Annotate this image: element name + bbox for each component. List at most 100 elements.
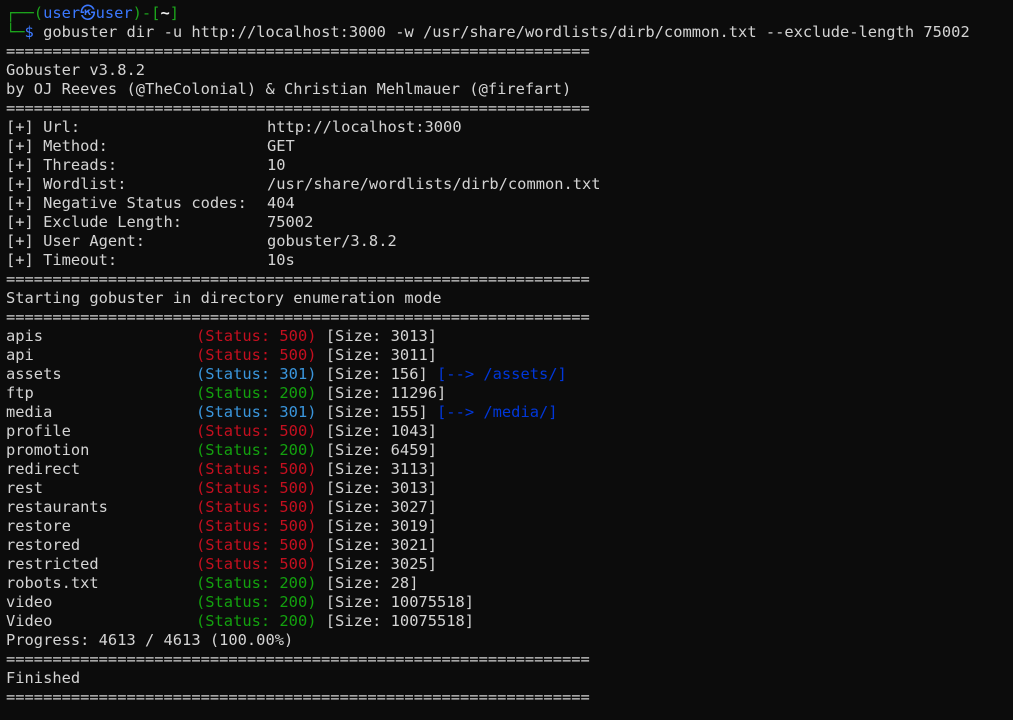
result-row: restore (Status: 500) [Size: 3019] <box>6 517 1013 536</box>
result-size: [Size: 6459] <box>325 441 438 459</box>
result-row: restaurants (Status: 500) [Size: 3027] <box>6 498 1013 517</box>
result-row: restored (Status: 500) [Size: 3021] <box>6 536 1013 555</box>
result-row: rest (Status: 500) [Size: 3013] <box>6 479 1013 498</box>
config-label: [+] Timeout: <box>6 251 118 269</box>
config-value: 75002 <box>267 213 314 231</box>
status-badge: (Status: 200) <box>196 384 317 402</box>
config-row: [+] Negative Status codes: 404 <box>6 194 1013 213</box>
config-row: [+] Wordlist: /usr/share/wordlists/dirb/c… <box>6 175 1013 194</box>
result-size: [Size: 3011] <box>325 346 438 364</box>
banner-authors: by OJ Reeves (@TheColonial) & Christian … <box>6 80 572 98</box>
config-value: gobuster/3.8.2 <box>267 232 397 250</box>
size-value: 3013 <box>390 327 428 345</box>
prompt-cwd: ~ <box>160 4 170 22</box>
result-size: [Size: 11296] <box>325 384 447 402</box>
result-path: restored <box>6 536 81 554</box>
result-size: [Size: 3027] <box>325 498 438 516</box>
size-value: 6459 <box>390 441 428 459</box>
result-row: media (Status: 301) [Size: 155] [--> /med… <box>6 403 1013 422</box>
result-path: rest <box>6 479 44 497</box>
result-size: [Size: 28] <box>325 574 419 592</box>
progress-text: Progress: 4613 / 4613 (100.00%) <box>6 631 294 649</box>
status-badge: (Status: 500) <box>196 536 317 554</box>
size-value: 3019 <box>390 517 428 535</box>
size-value: 3011 <box>390 346 428 364</box>
result-size: [Size: 3113] <box>325 460 438 478</box>
result-path: redirect <box>6 460 81 478</box>
command-text: gobuster dir -u http://localhost:3000 -w… <box>43 23 970 41</box>
status-code: 500 <box>279 460 308 478</box>
config-label: [+] Negative Status codes: <box>6 194 247 212</box>
result-row: assets (Status: 301) [Size: 156] [--> /as… <box>6 365 1013 384</box>
result-row: apis (Status: 500) [Size: 3013] <box>6 327 1013 346</box>
start-message: Starting gobuster in directory enumerati… <box>6 289 442 307</box>
result-row: api (Status: 500) [Size: 3011] <box>6 346 1013 365</box>
status-code: 200 <box>279 593 308 611</box>
status-code: 200 <box>279 441 308 459</box>
terminal-window[interactable]: ┌──(user㉿user)-[~] └─$ gobuster dir -u h… <box>6 4 1013 707</box>
prompt-line: ┌──(user㉿user)-[~] <box>6 4 1013 23</box>
result-row: ftp (Status: 200) [Size: 11296] <box>6 384 1013 403</box>
status-code: 500 <box>279 536 308 554</box>
result-path: video <box>6 593 53 611</box>
prompt-host: user <box>95 4 133 22</box>
status-badge: (Status: 200) <box>196 441 317 459</box>
size-value: 28 <box>390 574 410 592</box>
config-row: [+] Threads: 10 <box>6 156 1013 175</box>
size-value: 3025 <box>390 555 428 573</box>
result-path: robots.txt <box>6 574 99 592</box>
config-row: [+] Method: GET <box>6 137 1013 156</box>
status-code: 500 <box>279 327 308 345</box>
result-path: media <box>6 403 53 421</box>
result-size: [Size: 3013] <box>325 327 438 345</box>
divider: ========================================… <box>6 688 590 706</box>
result-path: ftp <box>6 384 34 402</box>
result-size: [Size: 3025] <box>325 555 438 573</box>
divider: ========================================… <box>6 308 590 326</box>
prompt-bracket: )-[ <box>132 4 161 22</box>
result-row: profile (Status: 500) [Size: 1043] <box>6 422 1013 441</box>
prompt-corner-top: ┌──( <box>6 4 44 22</box>
config-value: GET <box>267 137 295 155</box>
config-label: [+] User Agent: <box>6 232 145 250</box>
size-value: 3027 <box>390 498 428 516</box>
config-label: [+] Url: <box>6 118 81 136</box>
status-code: 301 <box>279 365 308 383</box>
status-code: 200 <box>279 612 308 630</box>
config-row: [+] User Agent: gobuster/3.8.2 <box>6 232 1013 251</box>
divider: ========================================… <box>6 650 590 668</box>
status-badge: (Status: 200) <box>196 593 317 611</box>
config-row: [+] Timeout: 10s <box>6 251 1013 270</box>
result-row: redirect (Status: 500) [Size: 3113] <box>6 460 1013 479</box>
result-path: apis <box>6 327 44 345</box>
result-row: video (Status: 200) [Size: 10075518] <box>6 593 1013 612</box>
size-value: 1043 <box>390 422 428 440</box>
redirect-target: [--> /assets/] <box>437 365 567 383</box>
size-value: 11296 <box>390 384 437 402</box>
status-badge: (Status: 500) <box>196 460 317 478</box>
result-path: restore <box>6 517 71 535</box>
status-code: 200 <box>279 384 308 402</box>
size-value: 156 <box>390 365 419 383</box>
config-row: [+] Url: http://localhost:3000 <box>6 118 1013 137</box>
status-badge: (Status: 500) <box>196 555 317 573</box>
command-line[interactable]: └─$ gobuster dir -u http://localhost:300… <box>6 23 1013 42</box>
redirect-target: [--> /media/] <box>437 403 558 421</box>
result-size: [Size: 10075518] <box>325 612 475 630</box>
config-row: [+] Exclude Length: 75002 <box>6 213 1013 232</box>
status-badge: (Status: 500) <box>196 422 317 440</box>
result-row: Video (Status: 200) [Size: 10075518] <box>6 612 1013 631</box>
config-value: 10s <box>267 251 295 269</box>
status-code: 500 <box>279 479 308 497</box>
result-path: assets <box>6 365 62 383</box>
status-badge: (Status: 500) <box>196 346 317 364</box>
size-value: 155 <box>390 403 419 421</box>
prompt-user: user <box>43 4 81 22</box>
config-value: http://localhost:3000 <box>267 118 462 136</box>
prompt-separator-icon: ㉿ <box>80 4 96 22</box>
status-badge: (Status: 301) <box>196 403 317 421</box>
config-label: [+] Threads: <box>6 156 118 174</box>
size-value: 10075518 <box>390 593 465 611</box>
size-value: 3113 <box>390 460 428 478</box>
config-label: [+] Wordlist: <box>6 175 127 193</box>
